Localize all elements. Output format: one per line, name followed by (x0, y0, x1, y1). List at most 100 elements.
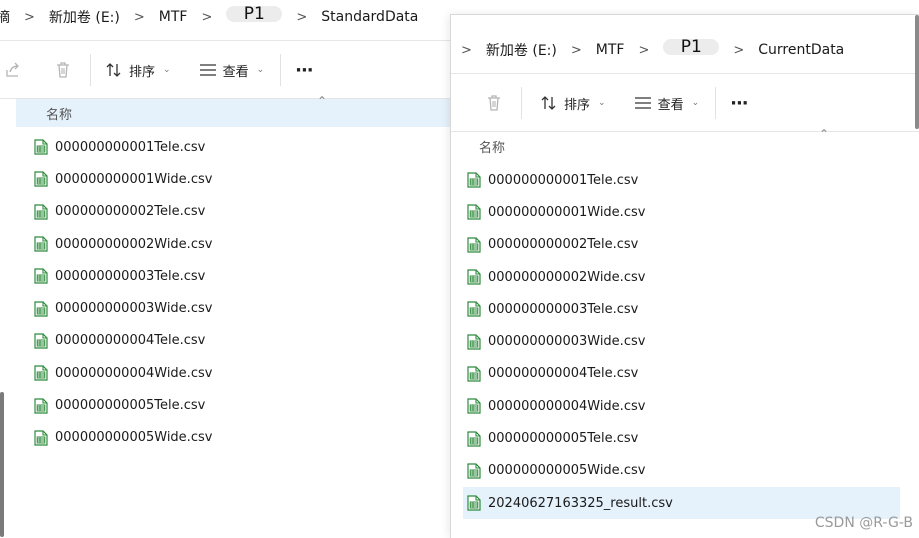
file-name: 000000000002Wide.csv (55, 236, 213, 252)
breadcrumb-item[interactable]: 新加卷 (E:) (49, 7, 120, 27)
trash-icon[interactable] (483, 92, 505, 114)
breadcrumb-item[interactable]: 摘 (0, 7, 10, 27)
csv-file-icon (34, 139, 48, 155)
file-name: 000000000003Wide.csv (488, 334, 646, 350)
sort-button[interactable]: 排序 ⌄ (105, 61, 171, 80)
view-icon (199, 64, 216, 76)
trash-icon[interactable] (52, 59, 74, 81)
file-row[interactable]: 000000000005Tele.csv (463, 422, 900, 454)
column-header-name[interactable]: 名称 (46, 99, 72, 127)
file-row[interactable]: 000000000004Wide.csv (34, 357, 460, 389)
explorer-window-current: > 新加卷 (E:) > MTF > P1 > CurrentData 排序 ⌄… (450, 14, 919, 538)
file-name: 000000000001Wide.csv (55, 171, 213, 187)
chevron-right-icon: > (461, 42, 472, 58)
file-name: 000000000004Wide.csv (488, 398, 646, 414)
csv-file-icon (34, 171, 48, 188)
file-row[interactable]: 000000000001Wide.csv (34, 163, 460, 195)
csv-file-icon (467, 366, 481, 382)
chevron-right-icon: > (201, 9, 213, 25)
file-name: 000000000003Tele.csv (55, 268, 206, 284)
view-label: 查看 (657, 97, 684, 113)
address-bar[interactable]: 摘 > 新加卷 (E:) > MTF > P1 > StandardData (0, 0, 460, 37)
chevron-down-icon: ⌄ (598, 98, 606, 108)
chevron-right-icon: > (733, 42, 745, 58)
file-row[interactable]: 000000000005Wide.csv (34, 422, 460, 454)
file-name: 000000000002Wide.csv (488, 269, 646, 285)
chevron-right-icon: > (296, 9, 308, 25)
breadcrumb-item[interactable]: CurrentData (758, 42, 844, 58)
breadcrumb-item[interactable]: MTF (159, 9, 188, 25)
csv-file-icon (467, 398, 481, 414)
sort-icon (106, 63, 121, 77)
file-row[interactable]: 000000000005Wide.csv (463, 455, 900, 487)
sort-button[interactable]: 排序 ⌄ (540, 94, 606, 113)
file-list: 000000000001Tele.csv 000000000001Wide.csv… (463, 164, 900, 520)
scrollbar[interactable] (0, 392, 4, 537)
csv-file-icon (34, 236, 48, 252)
file-row[interactable]: 000000000001Tele.csv (463, 164, 900, 196)
column-header-name[interactable]: 名称 (479, 132, 505, 160)
file-row[interactable]: 000000000002Tele.csv (34, 196, 460, 228)
explorer-window-standard: 摘 > 新加卷 (E:) > MTF > P1 > StandardData 排… (0, 0, 460, 537)
file-name: 000000000002Tele.csv (488, 237, 639, 253)
divider (0, 40, 460, 41)
file-row[interactable]: 000000000003Wide.csv (34, 292, 460, 324)
file-name: 000000000003Wide.csv (55, 301, 213, 317)
chevron-up-icon: ⌃ (819, 127, 830, 141)
view-button[interactable]: 查看 ⌄ (634, 94, 699, 113)
file-row[interactable]: 000000000001Wide.csv (463, 196, 900, 228)
breadcrumb-item[interactable]: P1 (226, 4, 283, 24)
csv-file-icon (34, 333, 48, 349)
csv-file-icon (467, 495, 481, 511)
chevron-right-icon: > (638, 42, 650, 58)
file-row[interactable]: 000000000002Wide.csv (34, 228, 460, 260)
command-bar: 排序 ⌄ 查看 ⌄ ··· (0, 42, 460, 98)
file-row[interactable]: 000000000003Tele.csv (463, 293, 900, 325)
file-row[interactable]: 000000000002Wide.csv (463, 261, 900, 293)
file-name: 20240627163325_result.csv (488, 495, 673, 511)
chevron-right-icon: > (570, 42, 582, 58)
breadcrumb-item[interactable]: StandardData (321, 9, 418, 25)
file-row[interactable]: 000000000001Tele.csv (34, 131, 460, 163)
csv-file-icon (34, 204, 48, 220)
file-row[interactable]: 000000000004Tele.csv (34, 325, 460, 357)
divider (451, 73, 919, 74)
view-label: 查看 (222, 64, 249, 80)
csv-file-icon (467, 204, 481, 221)
more-icon[interactable]: ··· (295, 60, 313, 81)
file-name: 000000000003Tele.csv (488, 301, 639, 317)
csv-file-icon (467, 301, 481, 317)
csv-file-icon (467, 463, 481, 479)
view-button[interactable]: 查看 ⌄ (199, 61, 265, 80)
sort-label: 排序 (129, 64, 156, 80)
chevron-right-icon: > (133, 9, 145, 25)
file-row[interactable]: 000000000004Wide.csv (463, 390, 900, 422)
chevron-right-icon: > (24, 9, 35, 25)
divider (521, 87, 522, 119)
csv-file-icon (467, 269, 481, 285)
file-row[interactable]: 000000000002Tele.csv (463, 229, 900, 261)
breadcrumb-item[interactable]: P1 (663, 37, 720, 57)
file-name: 000000000002Tele.csv (55, 204, 206, 220)
csv-file-icon (467, 430, 481, 447)
share-icon[interactable] (2, 59, 24, 81)
file-row[interactable]: 000000000005Tele.csv (34, 389, 460, 421)
scrollbar[interactable] (915, 15, 919, 129)
breadcrumb-item[interactable]: 新加卷 (E:) (486, 40, 557, 60)
more-icon[interactable]: ··· (730, 93, 748, 114)
csv-file-icon (34, 301, 48, 317)
file-list: 000000000001Tele.csv 000000000001Wide.csv… (34, 131, 460, 454)
chevron-down-icon: ⌄ (256, 65, 265, 75)
file-row[interactable]: 000000000003Wide.csv (463, 325, 900, 357)
file-name: 000000000004Wide.csv (55, 365, 213, 381)
address-bar[interactable]: > 新加卷 (E:) > MTF > P1 > CurrentData (461, 30, 919, 70)
file-name: 000000000005Tele.csv (55, 398, 206, 414)
file-name: 000000000004Tele.csv (55, 333, 206, 349)
file-row[interactable]: 000000000004Tele.csv (463, 358, 900, 390)
csv-file-icon (34, 365, 48, 381)
csv-file-icon (34, 397, 48, 414)
breadcrumb-item[interactable]: MTF (596, 42, 625, 58)
divider (715, 87, 717, 119)
divider (90, 54, 91, 86)
file-row[interactable]: 000000000003Tele.csv (34, 260, 460, 292)
